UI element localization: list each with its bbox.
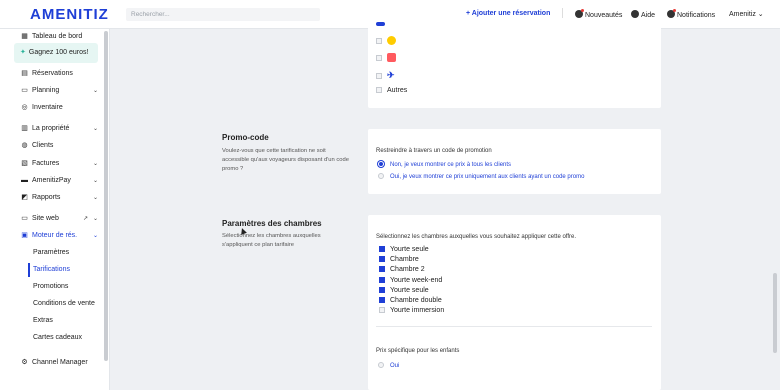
airbnb-icon [387, 53, 396, 62]
search-input[interactable]: Rechercher... [126, 8, 320, 21]
promo-yes-radio[interactable]: Oui, je veux montrer ce prix uniquement … [378, 173, 584, 180]
promo-code-description: Voulez-vous que cette tarification ne so… [222, 148, 349, 172]
sidebar-item-property[interactable]: ▥ La propriété ⌄ [20, 122, 100, 136]
rooms-title: Paramètres des chambres [222, 219, 322, 228]
channel-checkbox[interactable] [376, 36, 396, 47]
account-menu[interactable]: Amenitiz ⌄ [729, 10, 764, 18]
gift-icon: ✦ [20, 49, 26, 56]
sidebar-item-amenitizpay[interactable]: ▬ AmenitizPay ⌄ [20, 174, 100, 188]
property-icon: ▥ [21, 125, 28, 132]
sidebar-item-booking-engine[interactable]: ▣ Moteur de rés. ⌄ [20, 229, 100, 243]
room-checkbox[interactable]: Chambre double [379, 296, 442, 306]
channel-checkbox-other[interactable]: Autres [376, 86, 407, 96]
sidebar-item-channel-manager[interactable]: ⚙ Channel Manager [20, 356, 100, 370]
subnav-gift-cards[interactable]: Cartes cadeaux [33, 331, 82, 345]
children-yes-radio[interactable]: Oui [378, 362, 399, 369]
chevron-down-icon: ⌄ [92, 178, 98, 184]
chevron-down-icon: ⌄ [92, 233, 98, 239]
external-link-icon[interactable]: ↗ [83, 212, 88, 226]
sidebar-item-invoices[interactable]: ▧ Factures ⌄ [20, 157, 100, 171]
sidebar-item-reservations[interactable]: ▤ Réservations [20, 67, 100, 81]
subnav-terms[interactable]: Conditions de vente [33, 297, 95, 311]
expedia-icon: ✈ [387, 70, 395, 80]
invoice-icon: ▧ [21, 160, 28, 167]
promo-code-title: Promo-code [222, 133, 269, 142]
card-icon: ▬ [21, 177, 28, 184]
room-checkbox[interactable]: Yourte seule [379, 245, 429, 255]
page-scrollbar[interactable] [773, 273, 777, 353]
bookings-icon: ▤ [21, 70, 28, 77]
promo-code-label: Restreindre à travers un code de promoti… [376, 148, 492, 154]
chevron-down-icon: ⌄ [92, 88, 98, 94]
clients-icon: ◍ [21, 142, 28, 149]
sidebar-item-referral[interactable]: ✦ Gagnez 100 euros! [14, 43, 98, 63]
sidebar-item-clients[interactable]: ◍ Clients [20, 139, 100, 153]
promo-no-radio[interactable]: Non, je veux montrer ce prix à tous les … [378, 161, 511, 168]
add-reservation-button[interactable]: + Ajouter une réservation [466, 10, 550, 17]
room-checkbox[interactable]: Chambre [379, 255, 419, 265]
reports-icon: ◩ [21, 194, 28, 201]
divider [376, 326, 652, 327]
logo[interactable]: AMENITIZ [30, 6, 109, 23]
channel-checkbox[interactable]: ✈ [376, 70, 395, 82]
sidebar-item-website[interactable]: ▭ Site web ↗ ⌄ [20, 212, 100, 226]
sidebar-scrollbar[interactable] [104, 31, 108, 361]
subnav-settings[interactable]: Paramètres [33, 246, 69, 260]
room-checkbox[interactable]: Chambre 2 [379, 265, 425, 275]
sidebar-item-dashboard[interactable]: ▦ Tableau de bord [20, 30, 100, 44]
subnav-pricing[interactable]: Tarifications [33, 263, 70, 277]
channel-logo-icon [387, 36, 396, 45]
channel-logo-icon [376, 22, 385, 26]
channel-icon: ⚙ [21, 359, 28, 366]
channel-checkbox[interactable] [376, 53, 396, 64]
children-price-label: Prix spécifique pour les enfants [376, 348, 460, 354]
sidebar-item-planning[interactable]: ▭ Planning ⌄ [20, 84, 100, 98]
subnav-promotions[interactable]: Promotions [33, 280, 68, 294]
rooms-description: Sélectionnez les chambres auxquelles s'a… [222, 233, 321, 248]
room-checkbox[interactable]: Yourte week-end [379, 276, 442, 286]
channel-checkbox[interactable] [376, 22, 385, 32]
sidebar-item-reports[interactable]: ◩ Rapports ⌄ [20, 191, 100, 205]
chevron-down-icon: ⌄ [92, 161, 98, 167]
chevron-down-icon: ⌄ [92, 195, 98, 201]
help-icon [631, 10, 639, 18]
chevron-down-icon: ⌄ [92, 126, 98, 132]
notifications-button[interactable]: Notifications [667, 9, 715, 19]
inventory-icon: ◎ [21, 104, 28, 111]
room-checkbox[interactable]: Yourte seule [379, 286, 429, 296]
booking-engine-icon: ▣ [21, 232, 28, 239]
chevron-down-icon: ⌄ [92, 216, 98, 222]
calendar-icon: ▭ [21, 87, 28, 94]
subnav-extras[interactable]: Extras [33, 314, 53, 328]
news-icon [575, 9, 584, 18]
room-checkbox[interactable]: Yourte immersion [379, 306, 444, 316]
dashboard-icon: ▦ [21, 33, 28, 40]
bell-icon [667, 9, 676, 18]
active-indicator [28, 263, 30, 277]
rooms-select-label: Sélectionnez les chambres auxquelles vou… [376, 234, 577, 240]
channels-card [368, 18, 661, 108]
website-icon: ▭ [21, 215, 28, 222]
sidebar-item-inventory[interactable]: ◎ Inventaire [20, 101, 100, 115]
